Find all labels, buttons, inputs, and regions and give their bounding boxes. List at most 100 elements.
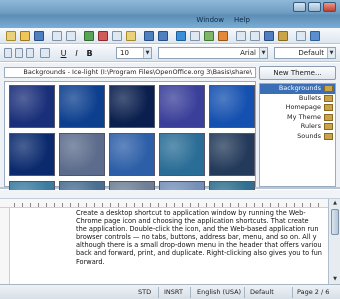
gallery-thumbnail[interactable] <box>109 85 155 128</box>
chart-icon[interactable] <box>218 31 228 41</box>
maximize-button[interactable] <box>308 2 321 12</box>
spellcheck-icon[interactable] <box>84 31 94 41</box>
gallery-thumbnail[interactable] <box>9 85 55 128</box>
standard-toolbar <box>0 28 340 44</box>
paste-icon[interactable] <box>126 31 136 41</box>
theme-item[interactable]: Sounds <box>260 132 335 142</box>
gallery-thumbnail[interactable] <box>209 85 255 128</box>
horizontal-ruler <box>0 199 340 208</box>
font-name-select[interactable]: Arial ▼ <box>158 47 268 59</box>
ruler-tick <box>198 203 199 207</box>
image-icon[interactable] <box>204 31 214 41</box>
ruler-tick <box>46 203 47 207</box>
navigator-icon[interactable] <box>264 31 274 41</box>
align-right-icon[interactable] <box>4 48 12 58</box>
document-page[interactable]: Create a desktop shortcut to application… <box>10 208 328 284</box>
table-icon[interactable] <box>190 31 200 41</box>
close-button[interactable] <box>323 2 336 12</box>
gallery-thumbnail[interactable] <box>59 133 105 176</box>
theme-item-label: My Theme <box>287 112 321 121</box>
ruler-tick <box>310 203 311 207</box>
gallery-thumbnail[interactable] <box>159 133 205 176</box>
status-selection-mode[interactable]: STD <box>138 288 151 297</box>
cut-icon[interactable] <box>98 31 108 41</box>
redo-icon[interactable] <box>158 31 168 41</box>
open-folder-icon[interactable] <box>20 31 30 41</box>
status-bar: STD INSRT English (USA) Default Page 2 /… <box>0 284 340 299</box>
ruler-tick <box>142 203 143 207</box>
document-line: although there is a small drop-down menu… <box>76 241 322 250</box>
status-divider <box>244 287 245 298</box>
menu-help[interactable]: Help <box>234 14 250 27</box>
new-theme-button[interactable]: New Theme... <box>259 66 336 80</box>
ruler-tick <box>294 203 295 207</box>
align-center-icon[interactable] <box>15 48 23 58</box>
gallery-thumbnail[interactable] <box>59 85 105 128</box>
document-line: back and forward, print, and duplicate. … <box>76 249 322 258</box>
ruler-tick <box>222 203 223 207</box>
find-replace-icon[interactable] <box>250 31 260 41</box>
theme-item[interactable]: Homepage <box>260 103 335 113</box>
font-size-value: 10 <box>120 49 129 57</box>
draw-functions-icon[interactable] <box>236 31 246 41</box>
minimize-button[interactable] <box>293 2 306 12</box>
scrollbar-thumb[interactable] <box>331 209 339 235</box>
ruler-tick <box>22 203 23 207</box>
print-icon[interactable] <box>52 31 62 41</box>
vertical-ruler <box>0 208 10 284</box>
ruler-tick <box>182 203 183 207</box>
ruler-tick <box>254 203 255 207</box>
hyperlink-icon[interactable] <box>176 31 186 41</box>
help-icon[interactable] <box>310 31 320 41</box>
ruler-tick <box>86 203 87 207</box>
theme-item[interactable]: Backgrounds <box>260 84 335 94</box>
ruler-tick <box>262 203 263 207</box>
theme-item[interactable]: My Theme <box>260 113 335 123</box>
theme-item[interactable]: Rulers <box>260 122 335 132</box>
status-divider <box>190 287 191 298</box>
zoom-icon[interactable] <box>296 31 306 41</box>
new-document-icon[interactable] <box>6 31 16 41</box>
status-language[interactable]: English (USA) <box>197 288 241 297</box>
menu-bar: Window Help <box>0 14 340 27</box>
font-size-select[interactable]: 10 ▼ <box>116 47 152 59</box>
undo-icon[interactable] <box>144 31 154 41</box>
ruler-tick <box>14 203 15 207</box>
scroll-down-icon[interactable]: ▼ <box>331 276 339 283</box>
italic-button[interactable]: I <box>71 48 82 59</box>
document-text[interactable]: Create a desktop shortcut to application… <box>76 209 322 266</box>
ruler-tick <box>78 203 79 207</box>
paragraph-style-select[interactable]: Default ▼ <box>274 47 336 59</box>
title-bar: Window Help <box>0 0 340 28</box>
gallery-thumbnail[interactable] <box>9 133 55 176</box>
theme-item-label: Homepage <box>285 103 321 111</box>
align-left-icon[interactable] <box>26 48 34 58</box>
gallery-thumbnail[interactable] <box>159 85 205 128</box>
scroll-up-icon[interactable]: ▲ <box>331 200 339 207</box>
gallery-thumbnail[interactable] <box>109 133 155 176</box>
print-preview-icon[interactable] <box>66 31 76 41</box>
save-icon[interactable] <box>34 31 44 41</box>
status-insert-mode[interactable]: INSRT <box>164 288 183 297</box>
theme-item[interactable]: Bullets <box>260 94 335 104</box>
status-page-number[interactable]: Page 2 / 6 <box>297 288 329 297</box>
underline-button[interactable]: U <box>58 48 69 59</box>
ruler-tick <box>174 203 175 207</box>
copy-icon[interactable] <box>112 31 122 41</box>
ruler-tick <box>118 203 119 207</box>
formatting-toolbar: U I B 10 ▼ Arial ▼ Default ▼ <box>0 45 340 62</box>
ruler-tick <box>166 203 167 207</box>
ruler-tick <box>286 203 287 207</box>
ruler-tick <box>62 203 63 207</box>
gallery-thumbnail[interactable] <box>209 133 255 176</box>
underline-color-icon[interactable] <box>40 48 50 58</box>
vertical-scrollbar[interactable]: ▲ ▼ <box>328 199 340 284</box>
bold-button[interactable]: B <box>84 48 95 59</box>
menu-window[interactable]: Window <box>196 14 224 27</box>
gallery-pane: Backgrounds - Ice-light (I:\Program File… <box>0 63 340 224</box>
gallery-icon[interactable] <box>278 31 288 41</box>
ruler-tick <box>110 203 111 207</box>
gallery-splitter[interactable] <box>0 190 340 199</box>
ruler-tick <box>230 203 231 207</box>
status-page-style[interactable]: Default <box>250 288 274 297</box>
